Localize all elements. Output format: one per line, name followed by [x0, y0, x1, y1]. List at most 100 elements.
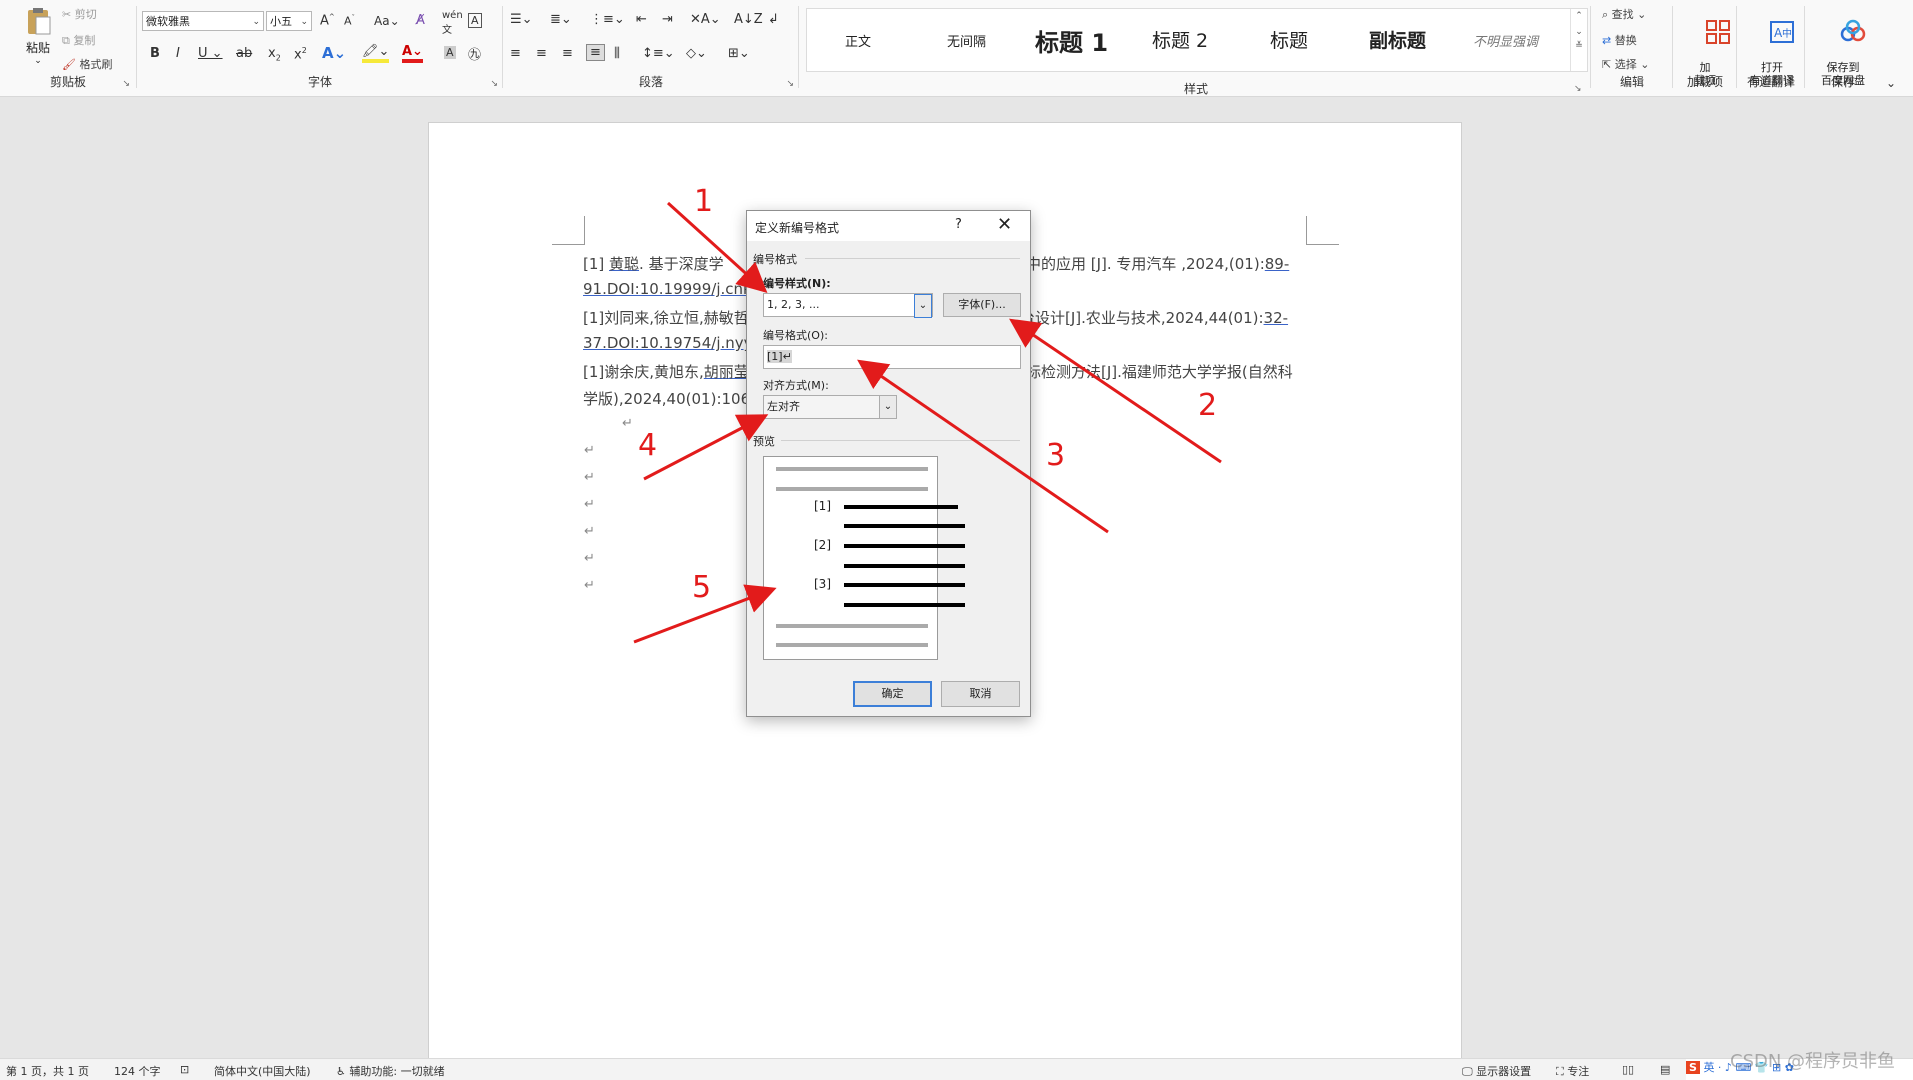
format-painter-button[interactable]: 🖌 格式刷	[62, 56, 112, 72]
reference-line-5[interactable]: [1]谢余庆,黄旭东,胡丽莹	[583, 361, 749, 382]
chevron-up-icon[interactable]: ⌃	[1571, 11, 1587, 21]
alignment-select[interactable]: 左对齐 ⌄	[763, 395, 897, 419]
number-format-label: 编号格式(O):	[763, 329, 828, 342]
open-youdao-button[interactable]: A中 打开 有道翻译	[1744, 6, 1800, 113]
number-format-input[interactable]: [1]↵	[763, 345, 1021, 369]
borders-icon[interactable]: ⊞⌄	[728, 46, 750, 61]
change-case-icon[interactable]: Aa⌄	[374, 14, 400, 28]
dialog-titlebar[interactable]: 定义新编号格式 ? ✕	[747, 211, 1030, 241]
style-subtle-emphasis[interactable]: 不明显强调	[1473, 31, 1538, 50]
language-indicator[interactable]: 简体中文(中国大陆)	[214, 1063, 311, 1079]
save-to-baidu-button[interactable]: 保存到 百度网盘	[1810, 6, 1876, 113]
style-heading-2[interactable]: 标题 2	[1152, 26, 1208, 53]
paste-dropdown-icon[interactable]: ⌄	[18, 56, 58, 66]
cut-button[interactable]: ✂ 剪切	[62, 6, 97, 22]
style-normal[interactable]: 正文	[845, 31, 871, 50]
font-size-select[interactable]: 小五 ⌄	[266, 11, 312, 31]
font-name-select[interactable]: 微软雅黑 ⌄	[142, 11, 264, 31]
justify-icon[interactable]: ≡	[586, 44, 605, 61]
number-style-select[interactable]: 1, 2, 3, ... ⌄	[763, 293, 933, 318]
page-count[interactable]: 第 1 页，共 1 页	[6, 1063, 89, 1079]
reference-line-4[interactable]: 37.DOI:10.19754/j.nyyjs	[583, 334, 765, 352]
line-spacing-icon[interactable]: ↕≡⌄	[642, 46, 675, 61]
numbering-icon[interactable]: ≣⌄	[550, 12, 572, 27]
sort-icon[interactable]: A↓Z	[734, 12, 763, 27]
increase-indent-icon[interactable]: ⇥	[662, 12, 673, 27]
align-center-icon[interactable]: ≡	[536, 46, 547, 61]
ok-button[interactable]: 确定	[853, 681, 932, 707]
asian-layout-icon[interactable]: ✕A⌄	[690, 12, 721, 27]
reference-line-3-tail[interactable]: 台设计[J].农业与技术,2024,44(01):32-	[1020, 307, 1288, 328]
superscript-icon[interactable]: x2	[294, 46, 307, 62]
decrease-indent-icon[interactable]: ⇤	[636, 12, 647, 27]
more-styles-icon[interactable]: ≚	[1571, 41, 1587, 51]
reference-line-2[interactable]: 91.DOI:10.19999/j.cnki	[583, 280, 756, 298]
char-border-icon[interactable]: A	[468, 13, 482, 28]
group-divider	[798, 6, 799, 88]
chevron-down-icon[interactable]: ⌄	[914, 294, 932, 318]
reference-line-1-tail[interactable]: 中的应用 [J]. 专用汽车 ,2024,(01):89-	[1026, 253, 1289, 274]
subscript-icon[interactable]: x2	[268, 46, 281, 63]
styles-group-label: 样式	[1183, 82, 1208, 96]
annotation-number-4: 4	[638, 428, 658, 463]
shrink-font-icon[interactable]: Aˇ	[344, 14, 355, 28]
sogou-logo-icon: S	[1686, 1061, 1700, 1074]
style-title[interactable]: 标题	[1270, 26, 1308, 53]
preview-number: [2]	[814, 538, 831, 552]
print-layout-icon[interactable]: ▤	[1660, 1063, 1670, 1076]
clipboard-launcher-icon[interactable]: ↘	[122, 79, 130, 89]
style-heading-1[interactable]: 标题 1	[1035, 23, 1108, 58]
char-shading-icon[interactable]: A	[444, 46, 456, 59]
bullets-icon[interactable]: ☰⌄	[510, 12, 533, 27]
font-launcher-icon[interactable]: ↘	[490, 79, 498, 89]
reference-line-6[interactable]: 学版),2024,40(01):106-	[583, 388, 756, 409]
chevron-down-icon[interactable]: ⌄	[1571, 27, 1587, 37]
chevron-down-icon[interactable]: ⌄	[879, 396, 896, 418]
style-no-spacing[interactable]: 无间隔	[947, 31, 986, 50]
multilevel-list-icon[interactable]: ⋮≡⌄	[590, 12, 625, 27]
align-left-icon[interactable]: ≡	[510, 46, 521, 61]
find-button[interactable]: ⌕ 查找 ⌄	[1602, 6, 1646, 22]
reference-line-3[interactable]: [1]刘同来,徐立恒,赫敏哲	[583, 307, 749, 328]
italic-icon[interactable]: I	[176, 46, 180, 61]
addins-button[interactable]: 加 载项	[1684, 6, 1730, 113]
read-mode-icon[interactable]: ▯▯	[1622, 1063, 1634, 1076]
shading-icon[interactable]: ◇⌄	[686, 46, 707, 61]
replace-button[interactable]: ⇄ 替换	[1602, 32, 1637, 48]
paragraph-mark-icon: ↵	[584, 497, 595, 512]
text-effects-icon[interactable]: A⌄	[322, 44, 346, 62]
addins-group: 加 载项 加载项	[1676, 4, 1734, 90]
underline-icon[interactable]: U ⌄	[198, 46, 223, 61]
display-settings-button[interactable]: 🖵 显示器设置	[1462, 1063, 1531, 1079]
highlight-icon[interactable]: 🖍⌄	[362, 44, 390, 63]
proofing-icon[interactable]: ⊡	[180, 1063, 189, 1076]
enclose-char-icon[interactable]: ㊈	[468, 44, 481, 63]
styles-scroll[interactable]: ⌃ ⌄ ≚	[1570, 9, 1587, 71]
align-right-icon[interactable]: ≡	[562, 46, 573, 61]
show-marks-icon[interactable]: ↲	[768, 12, 779, 27]
cancel-button[interactable]: 取消	[941, 681, 1020, 707]
grow-font-icon[interactable]: A^	[320, 13, 335, 28]
preview-number: [3]	[814, 577, 831, 591]
help-icon[interactable]: ?	[955, 217, 962, 232]
select-button[interactable]: ⇱ 选择 ⌄	[1602, 56, 1649, 72]
collapse-ribbon-icon[interactable]: ⌄	[1886, 76, 1896, 90]
copy-button[interactable]: ⧉ 复制	[62, 32, 95, 48]
reference-line-1[interactable]: [1] 黄聪. 基于深度学	[583, 253, 724, 274]
phonetic-guide-icon[interactable]: wén 文	[442, 10, 463, 36]
clear-format-icon[interactable]: A̸	[416, 13, 425, 28]
focus-button[interactable]: ⛶ 专注	[1556, 1063, 1589, 1079]
close-icon[interactable]: ✕	[997, 214, 1012, 235]
bold-icon[interactable]: B	[150, 46, 160, 61]
distributed-icon[interactable]: ⫼	[614, 46, 620, 61]
paste-button[interactable]: 粘贴 ⌄	[18, 6, 58, 66]
font-color-icon[interactable]: A⌄	[402, 44, 423, 63]
style-subtitle[interactable]: 副标题	[1369, 26, 1426, 53]
cut-icon: ✂	[62, 8, 72, 21]
word-count[interactable]: 124 个字	[114, 1063, 161, 1079]
reference-line-5-tail[interactable]: 标检测方法[J].福建师范大学学报(自然科	[1026, 361, 1293, 382]
accessibility-status[interactable]: ♿ 辅助功能: 一切就绪	[336, 1063, 445, 1079]
font-button[interactable]: 字体(F)...	[943, 293, 1021, 317]
paragraph-launcher-icon[interactable]: ↘	[786, 79, 794, 89]
strikethrough-icon[interactable]: ab	[236, 46, 252, 61]
